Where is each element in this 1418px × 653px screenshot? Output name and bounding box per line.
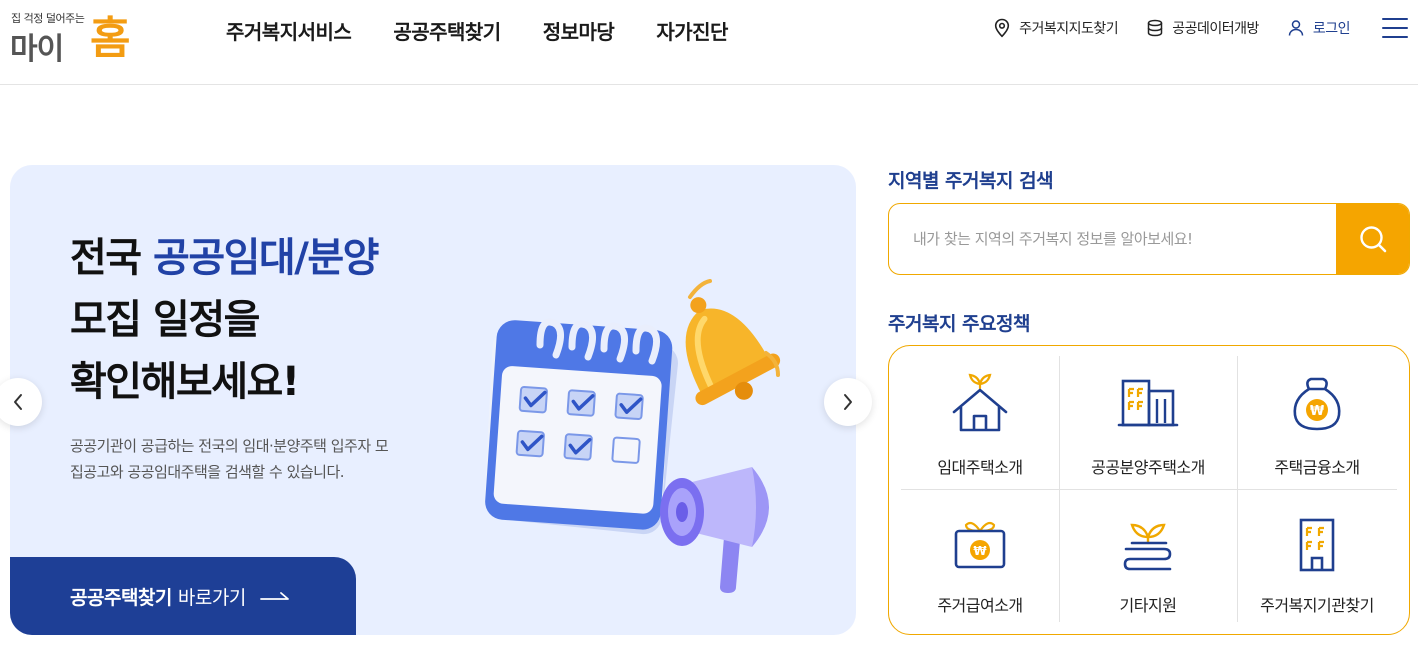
site-header: 집 걱정 덜어주는 마이 홈 주거복지서비스 공공주택찾기 정보마당 자가진단 … <box>0 0 1418 85</box>
region-search-title: 지역별 주거복지 검색 <box>888 170 1054 192</box>
welfare-map-label: 주거복지지도찾기 <box>1019 21 1119 37</box>
open-data-label: 공공데이터개방 <box>1172 21 1259 37</box>
login-label: 로그인 <box>1312 21 1351 37</box>
policy-public-sale-housing[interactable]: 공공분양주택소개 <box>1059 356 1237 490</box>
policy-other-support[interactable]: 기타지원 <box>1059 490 1237 624</box>
chevron-right-icon <box>844 394 852 410</box>
menu-hamburger-icon[interactable] <box>1382 18 1408 38</box>
welfare-map-link[interactable]: 주거복지지도찾기 <box>993 18 1119 38</box>
hero-banner: 전국 공공임대/분양 모집 일정을 확인해보세요! 공공기관이 공급하는 전국의… <box>10 165 856 635</box>
policy-label: 주거복지기관찾기 <box>1260 596 1374 615</box>
logo-text-mai: 마이 <box>10 32 64 67</box>
region-search-input[interactable] <box>889 204 1336 274</box>
policy-rental-housing[interactable]: 임대주택소개 <box>901 356 1059 490</box>
banner-title: 전국 공공임대/분양 모집 일정을 확인해보세요! <box>70 227 379 413</box>
map-pin-icon <box>995 18 1010 38</box>
cta-rest-label: 바로가기 <box>177 586 246 609</box>
policy-label: 주택금융소개 <box>1274 458 1360 477</box>
public-housing-search-cta-button[interactable]: 공공주택찾기 바로가기 <box>10 557 356 635</box>
policy-welfare-agency-finder[interactable]: 주거복지기관찾기 <box>1237 490 1397 624</box>
banner-title-line3: 확인해보세요! <box>70 359 300 405</box>
svg-text:₩: ₩ <box>973 544 987 558</box>
nav-item-self-diagnosis[interactable]: 자가진단 <box>635 18 749 46</box>
search-icon <box>1359 226 1386 253</box>
policy-label: 공공분양주택소개 <box>1091 458 1205 477</box>
login-link[interactable]: 로그인 <box>1287 18 1351 38</box>
banner-title-accent: 공공임대/분양 <box>153 235 379 281</box>
database-icon <box>1147 19 1163 37</box>
nav-item-public-housing-search[interactable]: 공공주택찾기 <box>372 18 521 46</box>
policy-label: 주거급여소개 <box>937 596 1023 615</box>
sprout-hand-icon <box>1123 523 1172 571</box>
key-policies-title: 주거복지 주요정책 <box>888 313 1030 335</box>
house-sprout-icon <box>952 373 1008 432</box>
won-gift-icon: ₩ <box>954 521 1006 569</box>
logo[interactable]: 집 걱정 덜어주는 마이 홈 <box>10 6 140 67</box>
utility-menu: 주거복지지도찾기 공공데이터개방 로그인 <box>965 18 1408 38</box>
nav-item-housing-welfare-service[interactable]: 주거복지서비스 <box>205 18 372 46</box>
banner-title-prefix: 전국 <box>70 235 154 281</box>
policy-label: 임대주택소개 <box>937 458 1023 477</box>
logo-text-home: 홈 <box>90 13 131 64</box>
user-icon <box>1288 20 1304 36</box>
banner-description: 공공기관이 공급하는 전국의 임대·분양주택 입주자 모집공고와 공공임대주택을… <box>70 437 389 481</box>
calendar-bell-megaphone-illustration <box>484 279 781 593</box>
region-search-form <box>888 203 1410 275</box>
policy-label: 기타지원 <box>1119 596 1177 615</box>
svg-text:₩: ₩ <box>1310 404 1325 419</box>
key-policies-panel: 임대주택소개 공공분양주택소개 ₩ 주택금융소개 ₩ 주거급여소개 기타지원 주… <box>888 345 1410 635</box>
policy-housing-finance[interactable]: ₩ 주택금융소개 <box>1237 356 1397 490</box>
chevron-left-icon <box>14 394 22 410</box>
arrow-right-icon <box>259 592 289 600</box>
banner-next-button[interactable] <box>824 378 872 426</box>
office-building-icon <box>1299 518 1335 572</box>
cta-bold-label: 공공주택찾기 <box>70 586 172 609</box>
main-nav: 주거복지서비스 공공주택찾기 정보마당 자가진단 <box>205 18 749 46</box>
open-data-link[interactable]: 공공데이터개방 <box>1146 18 1259 38</box>
buildings-icon <box>1117 379 1179 427</box>
nav-item-info-board[interactable]: 정보마당 <box>522 18 636 46</box>
policy-housing-benefit[interactable]: ₩ 주거급여소개 <box>901 490 1059 624</box>
search-button[interactable] <box>1336 204 1409 274</box>
money-bag-icon: ₩ <box>1293 377 1341 431</box>
banner-title-line2: 모집 일정을 <box>70 297 260 343</box>
